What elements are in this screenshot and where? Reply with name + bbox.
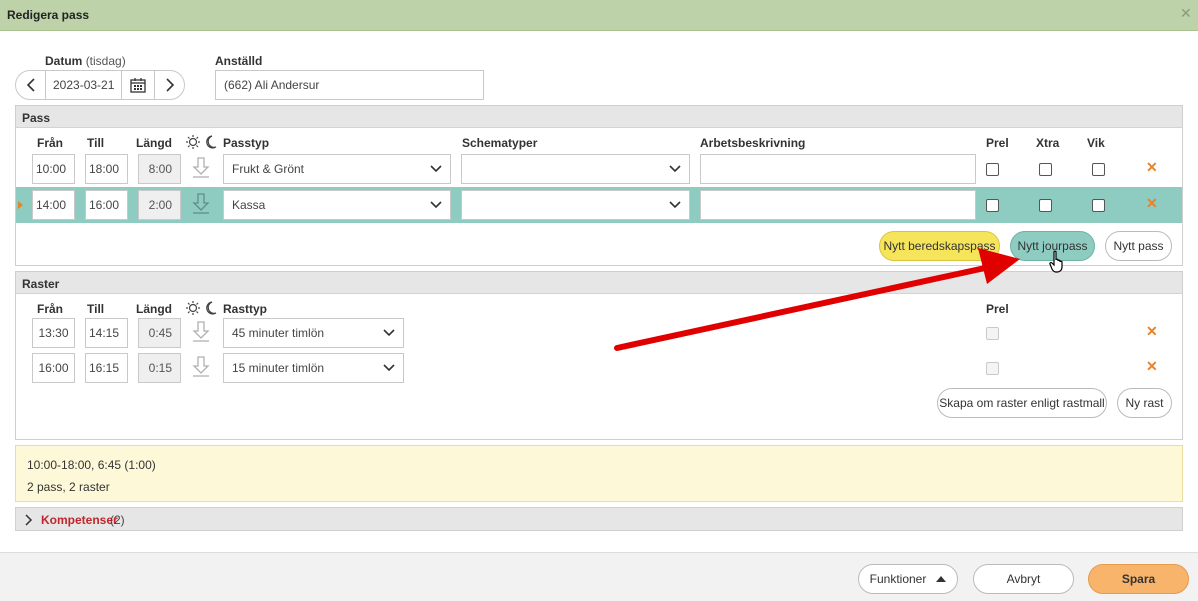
pass-row-2-type-select[interactable]: Kassa — [223, 190, 451, 220]
pass-row-1-prel-checkbox[interactable] — [986, 163, 999, 176]
summary-panel: 10:00-18:00, 6:45 (1:00) 2 pass, 2 raste… — [15, 445, 1183, 502]
raster-row-1-from[interactable]: 13:30 — [32, 318, 75, 348]
download-arrow-icon[interactable] — [191, 193, 211, 215]
pass-row-1-from[interactable]: 10:00 — [32, 154, 75, 184]
pass-row-2-prel-checkbox[interactable] — [986, 199, 999, 212]
cancel-button[interactable]: Avbryt — [973, 564, 1074, 594]
pass-row-2-from[interactable]: 14:00 — [32, 190, 75, 220]
pass-row-1-to[interactable]: 18:00 — [85, 154, 128, 184]
day-night-icon — [186, 300, 218, 316]
row-indicator-icon — [18, 201, 23, 209]
raster-row-1-length: 0:45 — [138, 318, 181, 348]
raster-row-2-prel-checkbox — [986, 362, 999, 375]
pass-row-2-xtra-checkbox[interactable] — [1039, 199, 1052, 212]
prev-date-button[interactable] — [16, 71, 45, 99]
raster-row-2-length: 0:15 — [138, 353, 181, 383]
raster-row-2-to[interactable]: 16:15 — [85, 353, 128, 383]
pass-header-prel: Prel — [986, 136, 1009, 150]
raster-header-length: Längd — [136, 302, 172, 316]
summary-line-1: 10:00-18:00, 6:45 (1:00) — [27, 458, 156, 472]
pass-row-1-vik-checkbox[interactable] — [1092, 163, 1105, 176]
kompetenser-label: Kompetenser — [41, 513, 118, 527]
annotation-arrow-icon — [614, 248, 1020, 351]
day-night-icon — [186, 134, 218, 150]
delete-icon[interactable]: ✕ — [1146, 323, 1158, 340]
raster-row-2-from[interactable]: 16:00 — [32, 353, 75, 383]
pass-row-2-length: 2:00 — [138, 190, 181, 220]
recreate-breaks-button[interactable]: Skapa om raster enligt rastmall — [937, 388, 1107, 418]
chevron-down-icon — [430, 165, 442, 173]
date-input[interactable]: 2023-03-21 — [45, 70, 122, 100]
delete-icon[interactable]: ✕ — [1146, 195, 1158, 212]
pass-header-to: Till — [87, 136, 105, 150]
pass-header-vik: Vik — [1087, 136, 1105, 150]
dialog-titlebar: Redigera pass ✕ — [0, 0, 1198, 31]
pass-row-1-type: Frukt & Grönt — [232, 162, 305, 176]
raster-row-1-to[interactable]: 14:15 — [85, 318, 128, 348]
chevron-down-icon — [430, 201, 442, 209]
hand-cursor-icon — [1049, 250, 1063, 273]
raster-header-from: Från — [37, 302, 64, 316]
chevron-right-icon — [165, 78, 174, 92]
pass-row-1-xtra-checkbox[interactable] — [1039, 163, 1052, 176]
chevron-down-icon — [669, 165, 681, 173]
pass-row-1-type-select[interactable]: Frukt & Grönt — [223, 154, 451, 184]
new-shift-button[interactable]: Nytt pass — [1105, 231, 1172, 261]
raster-row-1-type: 45 minuter timlön — [232, 326, 325, 340]
download-arrow-icon[interactable] — [191, 356, 211, 378]
chevron-down-icon — [383, 329, 395, 337]
pass-header-schema: Schematyper — [462, 136, 538, 150]
raster-row-2-type: 15 minuter timlön — [232, 361, 325, 375]
raster-header-to: Till — [87, 302, 105, 316]
caret-up-icon — [936, 576, 947, 582]
chevron-down-icon — [669, 201, 681, 209]
pass-header-length: Längd — [136, 136, 172, 150]
chevron-down-icon — [383, 364, 395, 372]
date-label: Datum (tisdag) — [45, 54, 126, 68]
pass-row-2-schema-select[interactable] — [461, 190, 690, 220]
kompetenser-count: (2) — [110, 513, 125, 527]
employee-field[interactable]: (662) Ali Andersur — [215, 70, 484, 100]
dialog-title: Redigera pass — [7, 8, 90, 22]
raster-row-1-type-select[interactable]: 45 minuter timlön — [223, 318, 404, 348]
pass-row-1-length: 8:00 — [138, 154, 181, 184]
chevron-left-icon — [26, 78, 35, 92]
pass-row-2-type: Kassa — [232, 198, 266, 212]
delete-icon[interactable]: ✕ — [1146, 358, 1158, 375]
pass-row-2-vik-checkbox[interactable] — [1092, 199, 1105, 212]
summary-line-2: 2 pass, 2 raster — [27, 480, 110, 494]
close-icon[interactable]: ✕ — [1180, 5, 1192, 22]
pass-header-type: Passtyp — [223, 136, 270, 150]
calendar-icon — [130, 78, 146, 93]
chevron-right-icon — [25, 514, 33, 526]
download-arrow-icon[interactable] — [191, 321, 211, 343]
pass-section-title: Pass — [16, 106, 1182, 128]
pass-row-2-to[interactable]: 16:00 — [85, 190, 128, 220]
delete-icon[interactable]: ✕ — [1146, 159, 1158, 176]
functions-label: Funktioner — [869, 572, 927, 586]
new-break-button[interactable]: Ny rast — [1117, 388, 1172, 418]
calendar-button[interactable] — [122, 71, 155, 99]
functions-button[interactable]: Funktioner — [858, 564, 958, 594]
pass-header-xtra: Xtra — [1036, 136, 1060, 150]
raster-row-2-type-select[interactable]: 15 minuter timlön — [223, 353, 404, 383]
next-date-button[interactable] — [155, 71, 184, 99]
pass-header-desc: Arbetsbeskrivning — [700, 136, 806, 150]
pass-row-1-desc[interactable] — [700, 154, 976, 184]
raster-header-type: Rasttyp — [223, 302, 268, 316]
pass-row-1-schema-select[interactable] — [461, 154, 690, 184]
employee-label: Anställd — [215, 54, 263, 68]
kompetenser-toggle[interactable]: Kompetenser (2) — [15, 507, 1183, 531]
download-arrow-icon[interactable] — [191, 157, 211, 179]
pass-row-2-desc[interactable] — [700, 190, 976, 220]
pass-header-from: Från — [37, 136, 64, 150]
save-button[interactable]: Spara — [1088, 564, 1189, 594]
